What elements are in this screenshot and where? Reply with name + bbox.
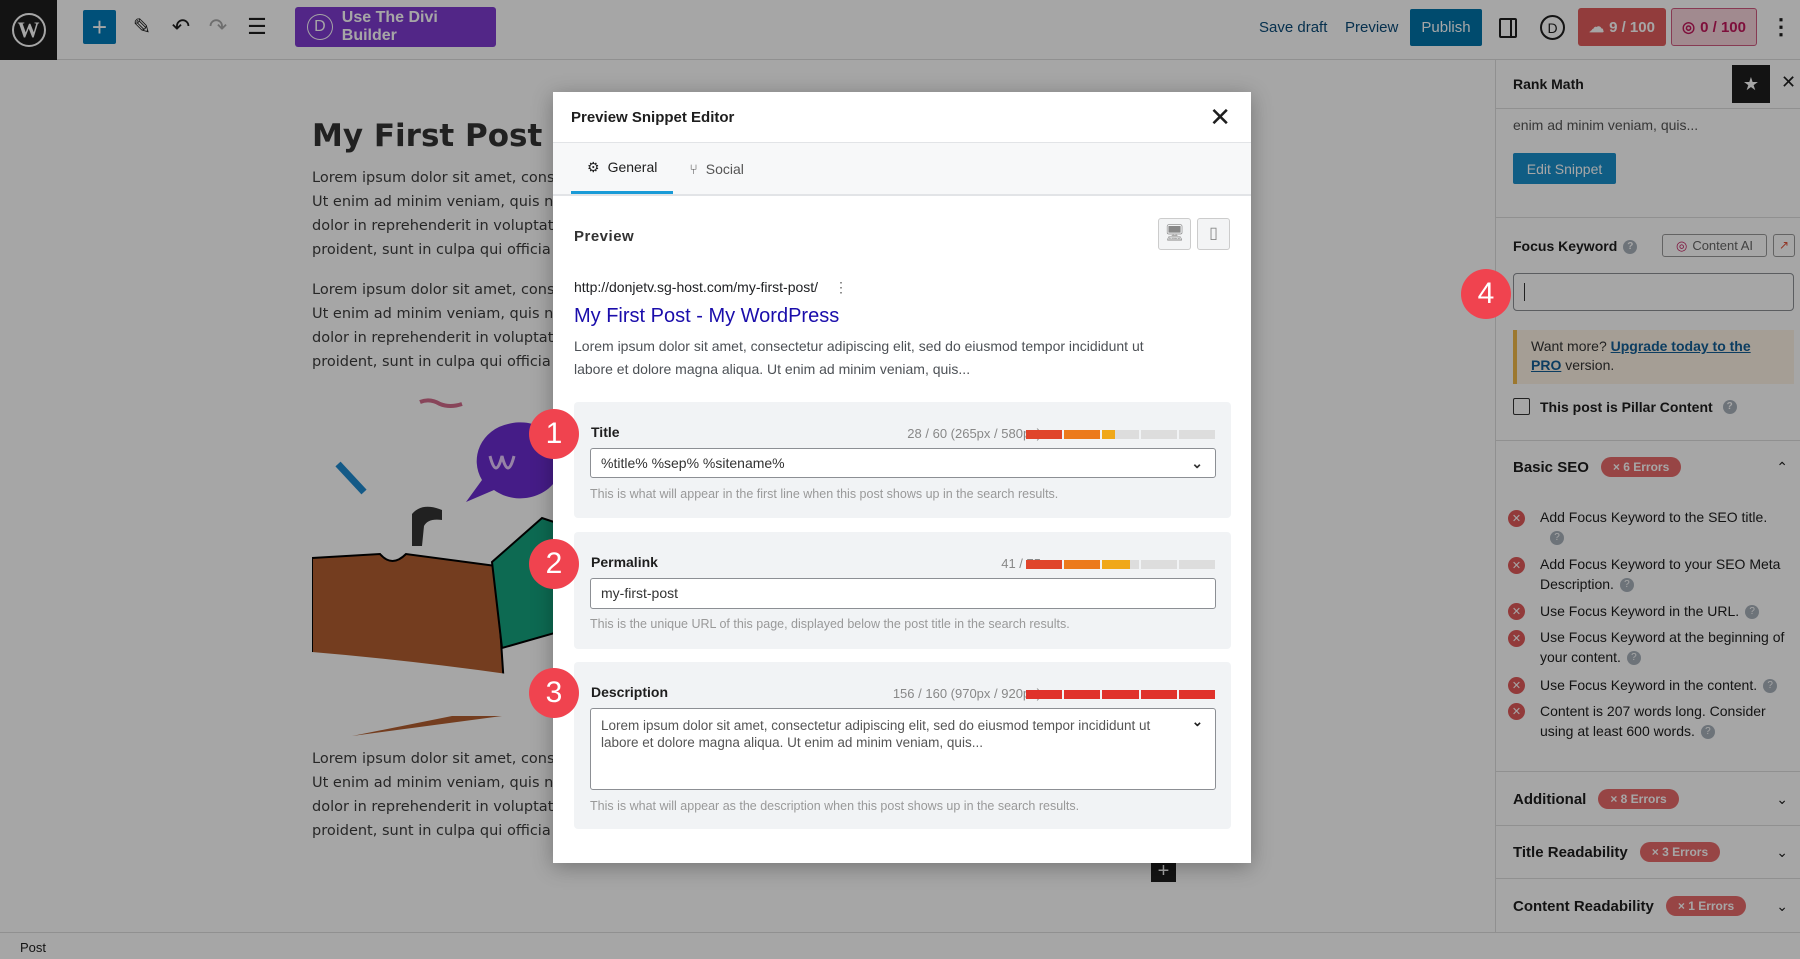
step-badge-4: 4 bbox=[1461, 269, 1511, 319]
field-help: This is the unique URL of this page, dis… bbox=[590, 617, 1070, 631]
bar-segment bbox=[1102, 560, 1139, 569]
field-label: Title bbox=[591, 424, 620, 440]
length-bar bbox=[1026, 560, 1216, 569]
bar-segment bbox=[1026, 560, 1063, 569]
field-label: Description bbox=[591, 684, 669, 700]
bar-segment bbox=[1140, 430, 1177, 439]
step-badge-2: 2 bbox=[529, 539, 579, 589]
mobile-preview-button[interactable]: ▯ bbox=[1197, 218, 1230, 250]
bar-segment bbox=[1064, 690, 1101, 699]
tab-label: General bbox=[607, 159, 658, 175]
tab-social[interactable]: ⑂ Social bbox=[673, 143, 760, 194]
serp-url: http://donjetv.sg-host.com/my-first-post… bbox=[574, 279, 849, 295]
desktop-preview-button[interactable]: 🖥 bbox=[1158, 218, 1191, 250]
bar-segment bbox=[1026, 430, 1063, 439]
description-field-card: Description 156 / 160 (970px / 920px) Lo… bbox=[574, 662, 1231, 829]
modal-tabs: ⚙ General ⑂ Social bbox=[553, 143, 1251, 196]
serp-description: Lorem ipsum dolor sit amet, consectetur … bbox=[574, 338, 1144, 377]
bar-segment bbox=[1026, 690, 1063, 699]
bar-segment bbox=[1064, 430, 1101, 439]
char-count: 156 / 160 (970px / 920px) bbox=[892, 686, 1041, 701]
description-textarea[interactable]: Lorem ipsum dolor sit amet, consectetur … bbox=[590, 708, 1216, 790]
kebab-icon[interactable]: ⋮ bbox=[834, 279, 848, 295]
length-bar bbox=[1026, 690, 1216, 699]
bar-segment bbox=[1178, 690, 1216, 699]
permalink-field-card: Permalink 41 / 75 my-first-post This is … bbox=[574, 532, 1231, 649]
step-badge-1: 1 bbox=[529, 409, 579, 459]
modal-title: Preview Snippet Editor bbox=[571, 108, 735, 126]
bar-segment bbox=[1064, 560, 1101, 569]
bar-segment bbox=[1140, 690, 1177, 699]
preview-snippet-editor-modal: Preview Snippet Editor ✕ ⚙ General ⑂ Social… bbox=[553, 92, 1251, 863]
chevron-down-icon[interactable]: ⌄ bbox=[1192, 713, 1203, 730]
close-icon[interactable]: ✕ bbox=[1209, 102, 1231, 133]
serp-title: My First Post - My WordPress bbox=[574, 305, 840, 327]
bar-segment bbox=[1178, 560, 1216, 569]
bar-segment bbox=[1102, 430, 1139, 439]
char-count: 28 / 60 (265px / 580px) bbox=[907, 426, 1041, 441]
permalink-input[interactable]: my-first-post bbox=[590, 578, 1216, 609]
preview-label: Preview bbox=[574, 228, 635, 245]
gear-icon: ⚙ bbox=[587, 158, 600, 175]
bar-segment bbox=[1178, 430, 1216, 439]
modal-header: Preview Snippet Editor ✕ bbox=[553, 92, 1251, 143]
field-help: This is what will appear as the descript… bbox=[590, 799, 1080, 813]
title-field-card: Title 28 / 60 (265px / 580px) %title% %s… bbox=[574, 402, 1231, 518]
title-input[interactable]: %title% %sep% %sitename% ⌄ bbox=[590, 448, 1216, 478]
chevron-down-icon[interactable]: ⌄ bbox=[1191, 449, 1203, 477]
field-label: Permalink bbox=[591, 554, 658, 570]
step-badge-3: 3 bbox=[529, 668, 579, 718]
tab-label: Social bbox=[705, 160, 744, 177]
share-icon: ⑂ bbox=[689, 160, 698, 177]
bar-segment bbox=[1102, 690, 1139, 699]
bar-segment bbox=[1140, 560, 1177, 569]
length-bar bbox=[1026, 430, 1216, 439]
field-help: This is what will appear in the first li… bbox=[590, 487, 1059, 501]
tab-general[interactable]: ⚙ General bbox=[571, 143, 674, 194]
